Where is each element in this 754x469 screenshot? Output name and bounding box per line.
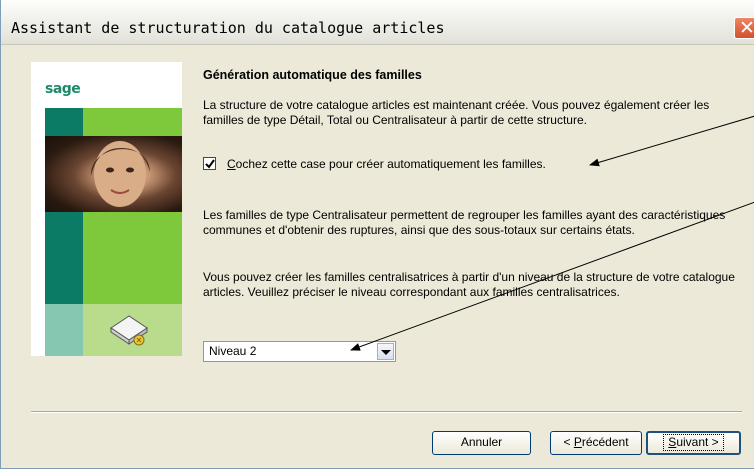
checkbox-label-text: ochez cette case pour créer automatiquem… bbox=[235, 157, 546, 171]
previous-accel: P bbox=[573, 435, 582, 449]
intro-text: La structure de votre catalogue articles… bbox=[203, 98, 710, 127]
previous-label: récédent bbox=[581, 435, 629, 449]
auto-create-checkbox-label[interactable]: Cochez cette case pour créer automatique… bbox=[227, 157, 546, 171]
next-button[interactable]: Suivant > bbox=[646, 431, 741, 455]
footer-separator bbox=[31, 411, 742, 413]
level-instructions: Vous pouvez créer les familles centralis… bbox=[203, 270, 735, 299]
sidebar-strip-mid bbox=[45, 212, 182, 304]
window-title: Assistant de structuration du catalogue … bbox=[11, 19, 445, 37]
centralizer-description: Les familles de type Centralisateur perm… bbox=[203, 208, 726, 237]
close-button[interactable]: ✕ bbox=[734, 17, 754, 39]
page-heading: Génération automatique des familles bbox=[203, 68, 422, 82]
sage-logo: sage bbox=[45, 81, 81, 97]
cancel-button[interactable]: Annuler bbox=[432, 431, 531, 455]
level-select-value: Niveau 2 bbox=[209, 344, 257, 358]
book-icon bbox=[107, 310, 151, 348]
auto-create-checkbox[interactable] bbox=[203, 157, 216, 170]
check-icon bbox=[205, 159, 215, 169]
level-select-dropdown-button[interactable] bbox=[377, 343, 394, 360]
close-icon: ✕ bbox=[739, 17, 754, 39]
sidebar-photo bbox=[45, 136, 182, 212]
previous-prefix: < bbox=[563, 435, 574, 449]
cancel-button-label: Annuler bbox=[460, 435, 503, 449]
wizard-window: Assistant de structuration du catalogue … bbox=[0, 0, 754, 469]
previous-button[interactable]: < Précédent bbox=[550, 431, 642, 455]
sidebar-strip-top bbox=[45, 108, 182, 136]
level-select[interactable]: Niveau 2 bbox=[203, 341, 396, 362]
title-bar: Assistant de structuration du catalogue … bbox=[1, 0, 754, 45]
chevron-down-icon bbox=[381, 350, 391, 355]
checkbox-label-accel: C bbox=[227, 157, 236, 171]
next-label: uivant > bbox=[676, 435, 719, 449]
